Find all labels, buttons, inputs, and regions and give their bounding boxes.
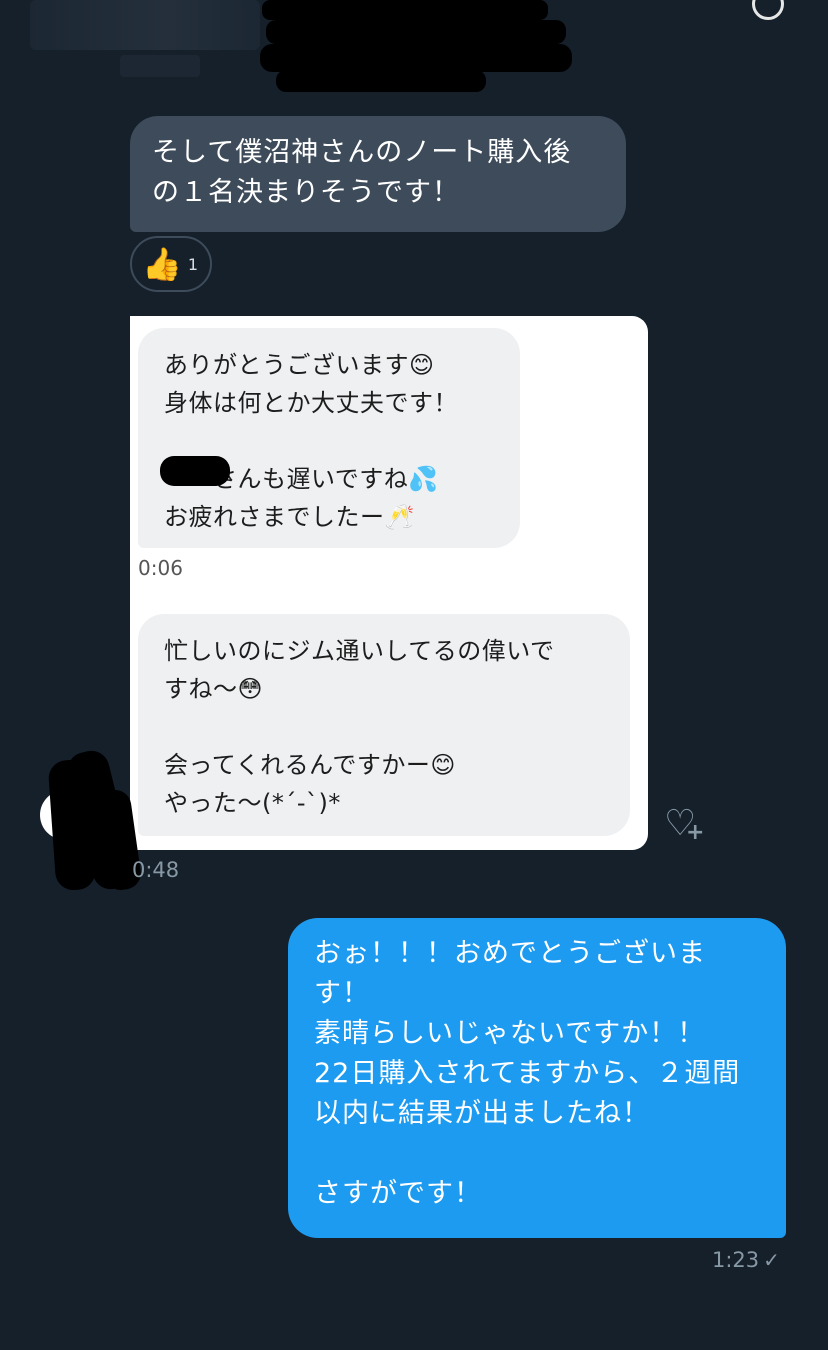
redaction-mark xyxy=(276,70,486,92)
heart-plus-icon[interactable]: ♡ + xyxy=(664,806,704,844)
thumbs-up-icon: 👍 xyxy=(142,245,182,283)
incoming-message-bubble[interactable]: そして僕沼神さんのノート購入後 の１名決まりそうです！ xyxy=(130,116,626,232)
message-line: さすがです！ xyxy=(314,1178,482,1209)
outgoing-message-time: 1:23 xyxy=(712,1248,760,1272)
incoming-message-time: 0:48 xyxy=(132,858,180,882)
message-line xyxy=(164,422,494,460)
message-line: 22日購入されてますから、２週間 xyxy=(314,1058,741,1089)
message-line: やった〜(*´-`)* xyxy=(164,789,341,817)
message-line: の１名決まりそうです！ xyxy=(152,177,460,208)
redaction-mark xyxy=(160,456,230,486)
message-line xyxy=(164,708,604,746)
embedded-message-time: 0:06 xyxy=(138,556,183,580)
embedded-message-bubble: ありがとうございます😊 身体は何とか大丈夫です！ さんも遅いですね💦 お疲れさま… xyxy=(138,328,520,548)
header-blurred-handle xyxy=(120,55,200,77)
redaction-mark xyxy=(266,20,566,44)
message-line: すね〜😳 xyxy=(164,675,264,703)
message-line xyxy=(314,1134,760,1174)
check-icon: ✓ xyxy=(763,1248,780,1272)
outgoing-message-bubble[interactable]: おぉ！！！おめでとうございま す！ 素晴らしいじゃないですか！！ 22日購入され… xyxy=(288,918,786,1238)
message-line: 素晴らしいじゃないですか！！ xyxy=(314,1018,706,1049)
outgoing-message-meta: 1:23 ✓ xyxy=(712,1248,780,1272)
message-line: 会ってくれるんですかー😊 xyxy=(164,751,456,779)
message-line: お疲れさまでしたー🥂 xyxy=(164,503,415,531)
reaction-count: 1 xyxy=(187,254,199,274)
header-blurred-name xyxy=(30,0,260,50)
message-line: 忙しいのにジム通いしてるの偉いで xyxy=(164,637,555,665)
message-line: 身体は何とか大丈夫です！ xyxy=(164,389,458,417)
embedded-screenshot-image[interactable]: ありがとうございます😊 身体は何とか大丈夫です！ さんも遅いですね💦 お疲れさま… xyxy=(130,316,648,850)
message-line: おぉ！！！おめでとうございま xyxy=(314,938,706,969)
message-line: そして僕沼神さんのノート購入後 xyxy=(152,137,572,168)
redaction-mark xyxy=(262,0,548,20)
info-icon[interactable] xyxy=(752,0,784,20)
embedded-message-bubble: 忙しいのにジム通いしてるの偉いで すね〜😳 会ってくれるんですかー😊 やった〜(… xyxy=(138,614,630,836)
message-line: す！ xyxy=(314,978,370,1009)
message-line: 以内に結果が出ましたね！ xyxy=(314,1098,650,1129)
reaction-badge[interactable]: 👍 1 xyxy=(130,236,212,292)
redaction-mark xyxy=(260,44,572,72)
message-line: ありがとうございます😊 xyxy=(164,351,435,379)
